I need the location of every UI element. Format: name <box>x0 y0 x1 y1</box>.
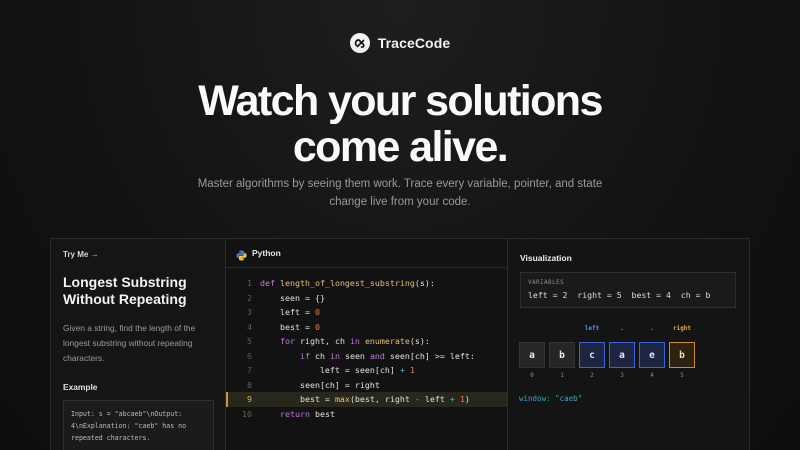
hero-title-line2: come alive. <box>292 123 509 171</box>
code-header: Python <box>226 239 507 268</box>
cell-char: e <box>639 342 665 368</box>
variables-values: left = 2 right = 5 best = 4 ch = b <box>528 290 711 300</box>
line-number: 9 <box>247 394 252 404</box>
problem-title: Longest Substring Without Repeating <box>63 274 187 307</box>
code-line: 1 def length_of_longest_substring(s): <box>226 276 507 291</box>
example-box: Input: s = "abcaeb"\nOutput: 4\nExplanat… <box>63 400 214 450</box>
trace-loop-icon <box>349 33 370 53</box>
code-editor[interactable]: Python 1 def length_of_longest_substring(… <box>226 239 508 450</box>
code-line: 10 return best <box>226 407 507 422</box>
pointer-label: . <box>650 325 654 332</box>
cell-char: a <box>609 342 635 368</box>
line-number: 5 <box>247 336 252 346</box>
variables-label: VARIABLES <box>528 279 565 286</box>
example-label: Example <box>63 382 98 392</box>
code-line: 3 left = 0 <box>226 305 507 320</box>
line-number: 6 <box>247 350 252 361</box>
window-text: window: "caeb" <box>519 394 583 403</box>
line-number: 7 <box>247 365 252 375</box>
code-line: 8 seen[ch] = right <box>226 378 507 393</box>
code-line: 7 left = seen[ch] + 1 <box>226 363 507 378</box>
brand-name: TraceCode <box>377 35 451 51</box>
hero-title-line1: Watch your solutions <box>198 77 603 125</box>
problem-column: Try Me → Longest Substring Without Repea… <box>51 239 226 450</box>
left-pointer-label: left <box>584 325 600 332</box>
code-line: 5 for right, ch in enumerate(s): <box>226 334 507 349</box>
problem-description: Given a string, find the length of the l… <box>63 323 196 363</box>
brand[interactable]: TraceCode <box>0 33 800 53</box>
cell-index: 5 <box>680 372 684 379</box>
code-line: 6 if ch in seen and seen[ch] >= left: <box>226 349 507 364</box>
right-pointer-label: right <box>672 325 692 332</box>
variables-box: VARIABLES left = 2 right = 5 best = 4 ch… <box>520 272 736 308</box>
cell-char: b <box>549 342 575 368</box>
cell-index: 0 <box>530 372 534 379</box>
code-line-highlighted: 9 best = max(best, right - left + 1) <box>226 392 507 407</box>
line-number: 2 <box>247 292 252 303</box>
line-number: 4 <box>247 321 252 332</box>
code-language-label: Python <box>252 248 281 258</box>
try-me-link[interactable]: Try Me → <box>63 250 213 259</box>
hero-subtitle: Master algorithms by seeing them work. T… <box>197 178 603 208</box>
python-icon <box>236 248 247 260</box>
cell-index: 3 <box>620 372 624 379</box>
cell-index: 4 <box>650 372 654 379</box>
code-line: 4 best = 0 <box>226 320 507 335</box>
line-number: 1 <box>247 278 252 288</box>
cell-char: b <box>669 342 695 368</box>
hero-title: Watch your solutions come alive. <box>0 78 800 170</box>
code-body: 1 def length_of_longest_substring(s): 2 s… <box>226 268 507 421</box>
cell-index: 2 <box>590 372 594 379</box>
line-number: 3 <box>247 307 252 317</box>
line-number: 10 <box>242 408 252 419</box>
pointer-label: . <box>620 325 624 332</box>
line-number: 8 <box>247 379 252 390</box>
cell-char: c <box>579 342 605 368</box>
cell-index: 1 <box>560 372 564 379</box>
cell-char: a <box>519 342 545 368</box>
visualization-title: Visualization <box>520 253 572 263</box>
code-line: 2 seen = {} <box>226 291 507 306</box>
